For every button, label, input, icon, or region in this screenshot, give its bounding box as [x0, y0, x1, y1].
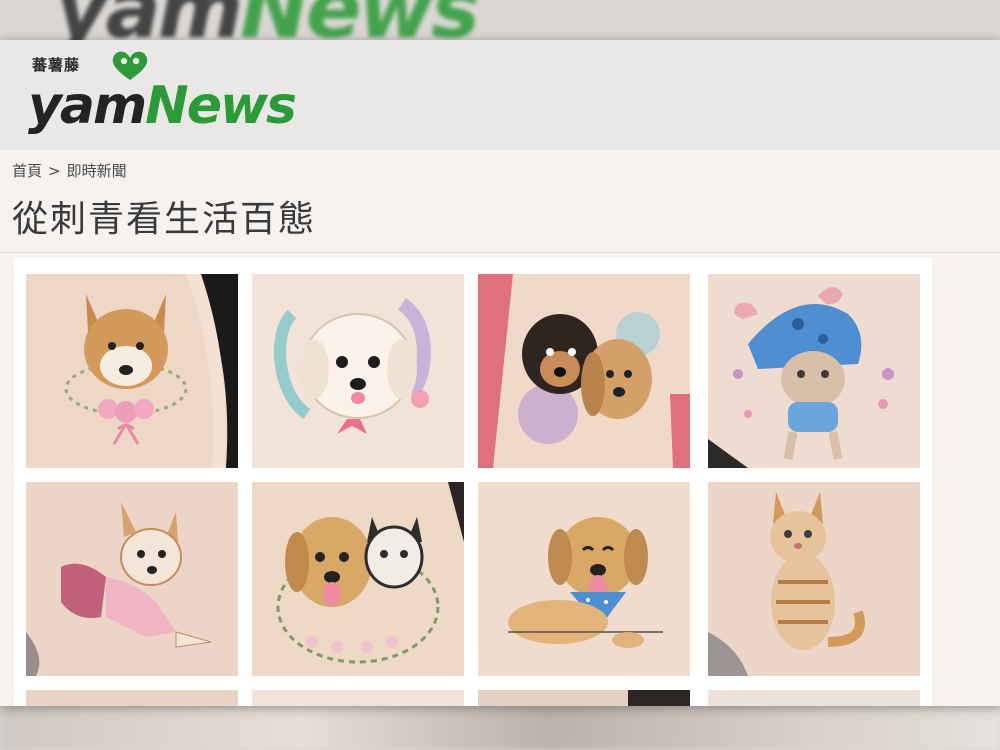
yam-news-logo[interactable]: 蕃薯藤 yamNews	[28, 48, 368, 148]
breadcrumb-home-link[interactable]: 首頁	[12, 162, 42, 180]
gallery-image-shiba[interactable]	[26, 274, 238, 468]
gallery-image-row3-2[interactable]	[252, 690, 464, 706]
gallery-image-two-dogs[interactable]	[478, 274, 690, 468]
header-divider	[0, 252, 1000, 253]
logo-chinese-name: 蕃薯藤	[32, 56, 81, 74]
background-blurred-strip	[0, 705, 1000, 750]
tattoo-gallery	[14, 258, 932, 706]
masthead: 蕃薯藤 yamNews	[0, 40, 1000, 150]
gallery-image-row3-1[interactable]	[26, 690, 238, 706]
gallery-image-dog-pink-dress[interactable]	[26, 482, 238, 676]
logo-wordmark: yamNews	[28, 76, 297, 136]
breadcrumb: 首頁 > 即時新聞	[12, 160, 127, 181]
breadcrumb-separator: >	[48, 162, 61, 180]
gallery-image-cat-blue-hat[interactable]	[708, 274, 920, 468]
gallery-image-row3-4[interactable]	[708, 690, 920, 706]
gallery-image-tabby-cat[interactable]	[708, 482, 920, 676]
logo-yam-text: yam	[28, 76, 147, 136]
article-title: 從刺青看生活百態	[12, 199, 317, 240]
gallery-image-poodle[interactable]	[252, 274, 464, 468]
breadcrumb-section-link[interactable]: 即時新聞	[67, 162, 127, 180]
gallery-image-golden-and-cat-wreath[interactable]	[252, 482, 464, 676]
gallery-image-row3-3[interactable]	[478, 690, 690, 706]
logo-news-text: News	[145, 76, 297, 136]
gallery-image-golden-bandana[interactable]	[478, 482, 690, 676]
screenshot-card: 蕃薯藤 yamNews 首頁 > 即時新聞 從刺青看生活百態	[0, 40, 1000, 706]
